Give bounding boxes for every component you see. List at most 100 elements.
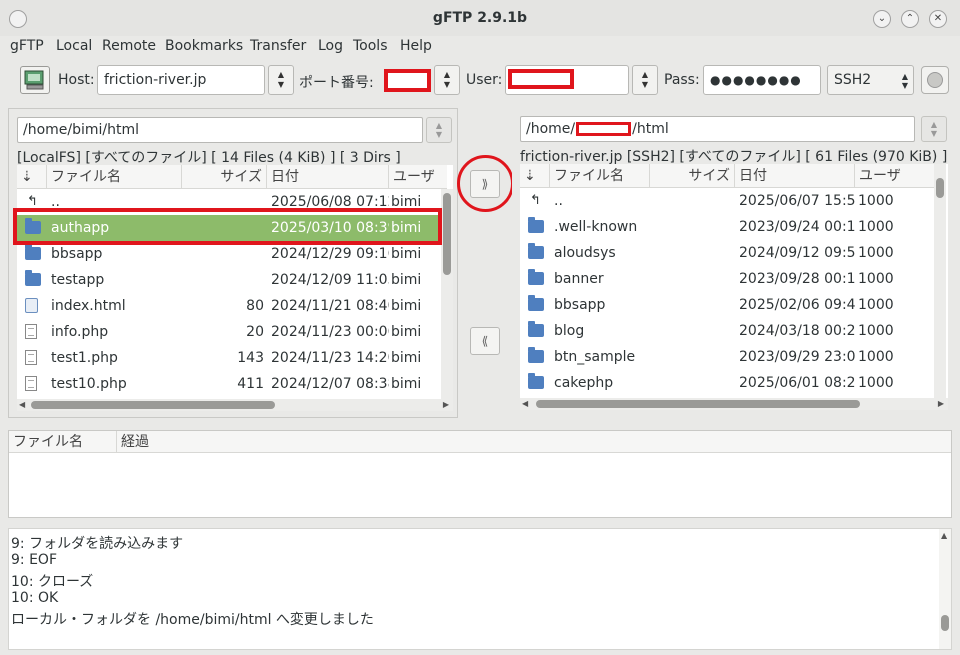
file-user: bimi: [391, 350, 422, 366]
file-size: 80: [246, 298, 264, 314]
col-name[interactable]: ファイル名: [47, 165, 182, 189]
transfer-list[interactable]: ファイル名 経過: [8, 430, 952, 518]
file-row[interactable]: info.php 20 2024/11/23 00:06 bimi: [17, 319, 441, 345]
log-line: ローカル・フォルダを /home/bimi/html へ変更しました: [11, 612, 374, 628]
file-date: 2025/06/07 15:51: [739, 193, 855, 209]
log-vscroll[interactable]: ▲: [939, 529, 951, 649]
col-date[interactable]: 日付: [735, 164, 855, 188]
file-row[interactable]: bbsapp 2025/02/06 09:49 1000: [520, 292, 934, 318]
local-file-list[interactable]: ⇣ ファイル名 サイズ 日付 ユーザ ↰.. 2025/06/08 07:12 bi…: [17, 165, 453, 399]
file-row[interactable]: btn_sample 2023/09/29 23:06 1000: [520, 344, 934, 370]
remote-list-header: ⇣ ファイル名 サイズ 日付 ユーザ: [520, 164, 934, 188]
file-date: 2025/02/06 09:49: [739, 297, 855, 313]
local-path-history-button[interactable]: ▲ ▼: [426, 117, 452, 143]
file-user: bimi: [391, 272, 422, 288]
file-date: 2023/09/29 23:06: [739, 349, 855, 365]
file-date: 2024/12/07 08:38: [271, 376, 389, 392]
remote-file-list[interactable]: ⇣ ファイル名 サイズ 日付 ユーザ ↰.. 2025/06/07 15:51 10…: [520, 164, 948, 398]
remote-pane: /home/ /html ▲ ▼ friction-river.jp [SSH2] …: [512, 108, 952, 418]
file-row[interactable]: aloudsys 2024/09/12 09:51 1000: [520, 240, 934, 266]
menu-bookmarks[interactable]: Bookmarks: [165, 38, 243, 54]
col-size[interactable]: サイズ: [182, 165, 267, 189]
download-button[interactable]: ⟪: [470, 327, 500, 355]
file-date: 2023/09/28 00:19: [739, 271, 855, 287]
local-vscroll[interactable]: [441, 189, 453, 399]
stop-button[interactable]: [921, 66, 949, 94]
file-row[interactable]: index.html 80 2024/11/21 08:40 bimi: [17, 293, 441, 319]
file-name: ..: [554, 193, 563, 209]
remote-vscroll-thumb[interactable]: [936, 178, 944, 198]
parent-dir-icon: ↰: [27, 194, 38, 209]
col-transfer-progress[interactable]: 経過: [117, 431, 951, 453]
host-history-button[interactable]: ▲ ▼: [268, 65, 294, 95]
protocol-select[interactable]: SSH2 ▲ ▼: [827, 65, 914, 95]
maximize-button[interactable]: ⌃: [901, 10, 919, 28]
pass-label: Pass:: [664, 72, 700, 88]
log-vscroll-thumb[interactable]: [941, 615, 949, 631]
log-panel[interactable]: 9: フォルダを読み込みます 9: EOF 10: クローズ 10: OK ロー…: [8, 528, 952, 650]
local-path-input[interactable]: /home/bimi/html: [17, 117, 423, 143]
file-row[interactable]: test10.php 411 2024/12/07 08:38 bimi: [17, 371, 441, 397]
file-size: 411: [237, 376, 264, 392]
file-row[interactable]: blog 2024/03/18 00:28 1000: [520, 318, 934, 344]
folder-icon: [528, 243, 544, 259]
menu-gftp[interactable]: gFTP: [10, 38, 44, 54]
col-date[interactable]: 日付: [267, 165, 389, 189]
menu-help[interactable]: Help: [400, 38, 432, 54]
file-date: 2024/11/23 00:06: [271, 324, 389, 340]
file-user: 1000: [858, 219, 894, 235]
menu-local[interactable]: Local: [56, 38, 92, 54]
file-row[interactable]: .well-known 2023/09/24 00:17 1000: [520, 214, 934, 240]
password-input[interactable]: ●●●●●●●●: [703, 65, 821, 95]
col-user[interactable]: ユーザ: [855, 164, 934, 188]
remote-path-input[interactable]: /home/ /html: [520, 116, 915, 142]
remote-vscroll[interactable]: [934, 164, 946, 398]
local-hscroll[interactable]: ◀ ▶: [17, 399, 453, 411]
upload-button[interactable]: ⟫: [470, 170, 500, 198]
file-date: 2024/11/23 14:20: [271, 350, 389, 366]
log-line: 10: OK: [11, 590, 59, 606]
log-line: 9: フォルダを読み込みます: [11, 536, 184, 552]
file-row[interactable]: cakephp 2025/06/01 08:26 1000: [520, 370, 934, 396]
file-user: bimi: [391, 298, 422, 314]
user-history-button[interactable]: ▲ ▼: [632, 65, 658, 95]
connect-button[interactable]: [20, 66, 50, 94]
port-input-redacted[interactable]: [384, 69, 431, 92]
file-size: 20: [246, 324, 264, 340]
menu-remote[interactable]: Remote: [102, 38, 156, 54]
file-icon: [25, 350, 37, 365]
menu-transfer[interactable]: Transfer: [250, 38, 306, 54]
html-file-icon: [25, 298, 38, 313]
file-row[interactable]: banner 2023/09/28 00:19 1000: [520, 266, 934, 292]
file-row[interactable]: test1.php 143 2024/11/23 14:20 bimi: [17, 345, 441, 371]
file-name: test10.php: [51, 376, 127, 392]
remote-path-history-button[interactable]: ▲ ▼: [921, 116, 947, 142]
remote-path-prefix: /home/: [526, 121, 576, 137]
file-user: 1000: [858, 245, 894, 261]
port-history-button[interactable]: ▲ ▼: [434, 65, 460, 95]
folder-icon: [528, 217, 544, 233]
folder-icon: [528, 295, 544, 311]
file-date: 2024/12/09 11:03: [271, 272, 389, 288]
sort-icon[interactable]: ⇣: [520, 164, 550, 188]
remote-hscroll-thumb[interactable]: [536, 400, 860, 408]
close-button[interactable]: ✕: [929, 10, 947, 28]
file-row[interactable]: ↰.. 2025/06/07 15:51 1000: [520, 188, 934, 214]
col-size[interactable]: サイズ: [650, 164, 735, 188]
menu-tools[interactable]: Tools: [353, 38, 388, 54]
col-transfer-file[interactable]: ファイル名: [9, 431, 117, 453]
minimize-button[interactable]: ⌄: [873, 10, 891, 28]
host-input[interactable]: friction-river.jp: [97, 65, 265, 95]
local-vscroll-thumb[interactable]: [443, 193, 451, 275]
sort-icon[interactable]: ⇣: [17, 165, 47, 189]
menu-log[interactable]: Log: [318, 38, 343, 54]
file-row[interactable]: testapp 2024/12/09 11:03 bimi: [17, 267, 441, 293]
file-user: bimi: [391, 376, 422, 392]
remote-status: friction-river.jp [SSH2] [すべてのファイル] [ 61…: [520, 149, 952, 165]
file-name: banner: [554, 271, 604, 287]
file-icon: [25, 376, 37, 391]
col-name[interactable]: ファイル名: [550, 164, 650, 188]
local-hscroll-thumb[interactable]: [31, 401, 275, 409]
remote-hscroll[interactable]: ◀ ▶: [520, 398, 948, 410]
col-user[interactable]: ユーザ: [389, 165, 449, 189]
